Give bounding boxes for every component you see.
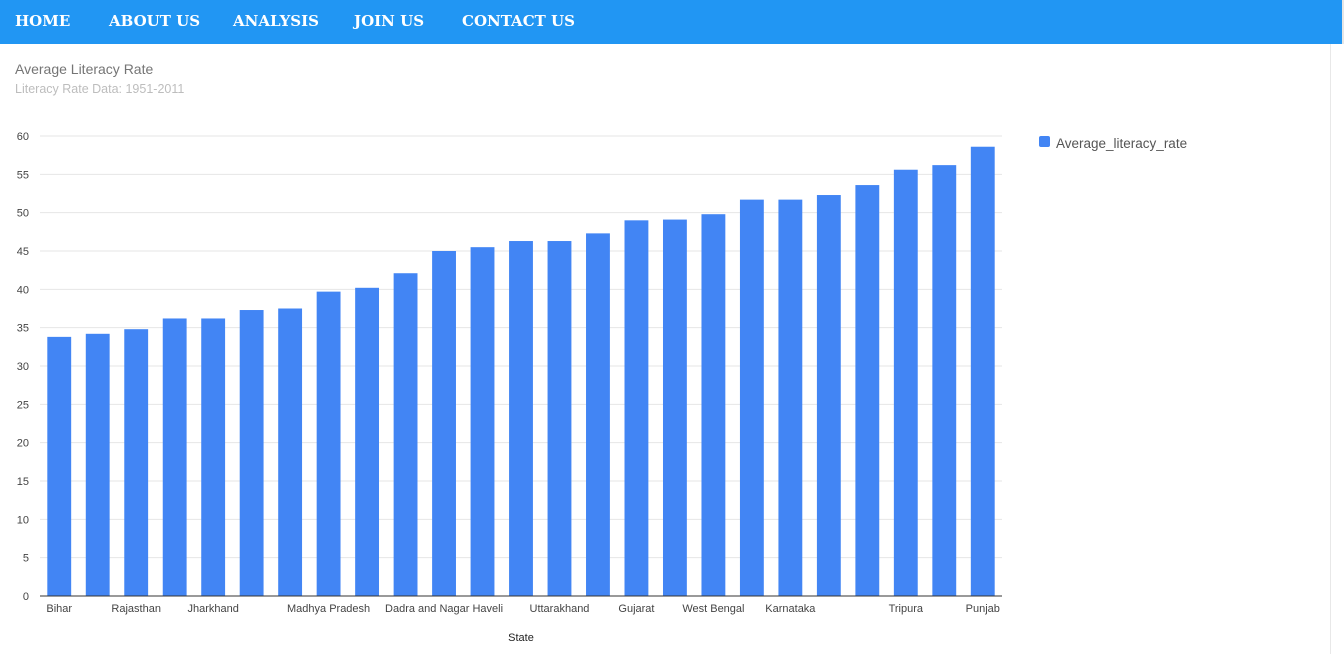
bar[interactable] [547,241,572,596]
top-navbar: HOME ABOUT US ANALYSIS JOIN US CONTACT U… [0,0,1344,44]
bar[interactable] [586,233,610,596]
bar[interactable] [509,241,533,596]
x-tick-label: Rajasthan [111,603,161,615]
bar[interactable] [393,273,418,596]
nav-join-us-link[interactable]: JOIN US [354,0,424,44]
bar[interactable] [816,195,841,596]
nav-home-link[interactable]: HOME [15,0,70,44]
bar[interactable] [85,333,110,596]
nav-analysis-link[interactable]: ANALYSIS [233,0,319,44]
x-tick-label: West Bengal [682,603,744,615]
bars [47,146,995,597]
nav-about-us-link[interactable]: ABOUT US [109,0,200,44]
y-tick-label: 25 [17,399,29,411]
bar[interactable] [778,199,803,596]
x-axis-title: State [508,632,534,644]
bar[interactable] [201,318,226,596]
x-tick-label: Tripura [889,603,924,615]
y-tick-label: 30 [17,361,29,373]
bar[interactable] [739,199,764,596]
y-tick-label: 35 [17,323,29,335]
legend-label: Average_literacy_rate [1056,136,1187,151]
bar[interactable] [316,291,341,596]
y-tick-label: 15 [17,476,29,488]
y-tick-label: 5 [23,553,29,565]
chart-container: Average Literacy Rate Literacy Rate Data… [0,44,1331,654]
x-tick-label: Uttarakhand [530,603,590,615]
bar[interactable] [893,169,918,596]
bar-chart: 0 5 10 15 20 25 30 35 40 45 50 55 60 Bihar Rajasthan Jh… [17,131,1187,644]
y-tick-label: 40 [17,284,29,296]
legend: Average_literacy_rate [1039,136,1187,151]
x-tick-label: Madhya Pradesh [287,603,370,615]
bar[interactable] [624,220,649,596]
bar[interactable] [701,214,726,596]
legend-swatch [1039,136,1050,147]
y-tick-label: 45 [17,246,29,258]
nav-contact-us-link[interactable]: CONTACT US [462,0,575,44]
x-tick-label: Jharkhand [187,603,238,615]
bar[interactable] [47,336,72,596]
bar[interactable] [432,251,456,596]
y-tick-label: 0 [23,591,29,603]
bar[interactable] [162,318,187,596]
bar[interactable] [932,165,957,596]
x-tick-label: Bihar [46,603,72,615]
x-tick-label: Dadra and Nagar Haveli [385,603,503,615]
bar[interactable] [662,219,687,596]
x-tick-label: Punjab [966,603,1000,615]
bar[interactable] [239,310,264,596]
y-tick-label: 50 [17,208,29,220]
x-tick-label: Gujarat [618,603,654,615]
bar[interactable] [855,185,880,596]
y-tick-label: 60 [17,131,29,143]
y-tick-label: 55 [17,169,29,181]
y-tick-label: 20 [17,438,29,450]
y-tick-label: 10 [17,514,29,526]
x-tick-label: Karnataka [765,603,816,615]
bar[interactable] [355,287,380,596]
bar[interactable] [278,308,303,597]
bar[interactable] [470,247,495,597]
bar[interactable] [124,329,149,596]
bar[interactable] [970,146,995,596]
